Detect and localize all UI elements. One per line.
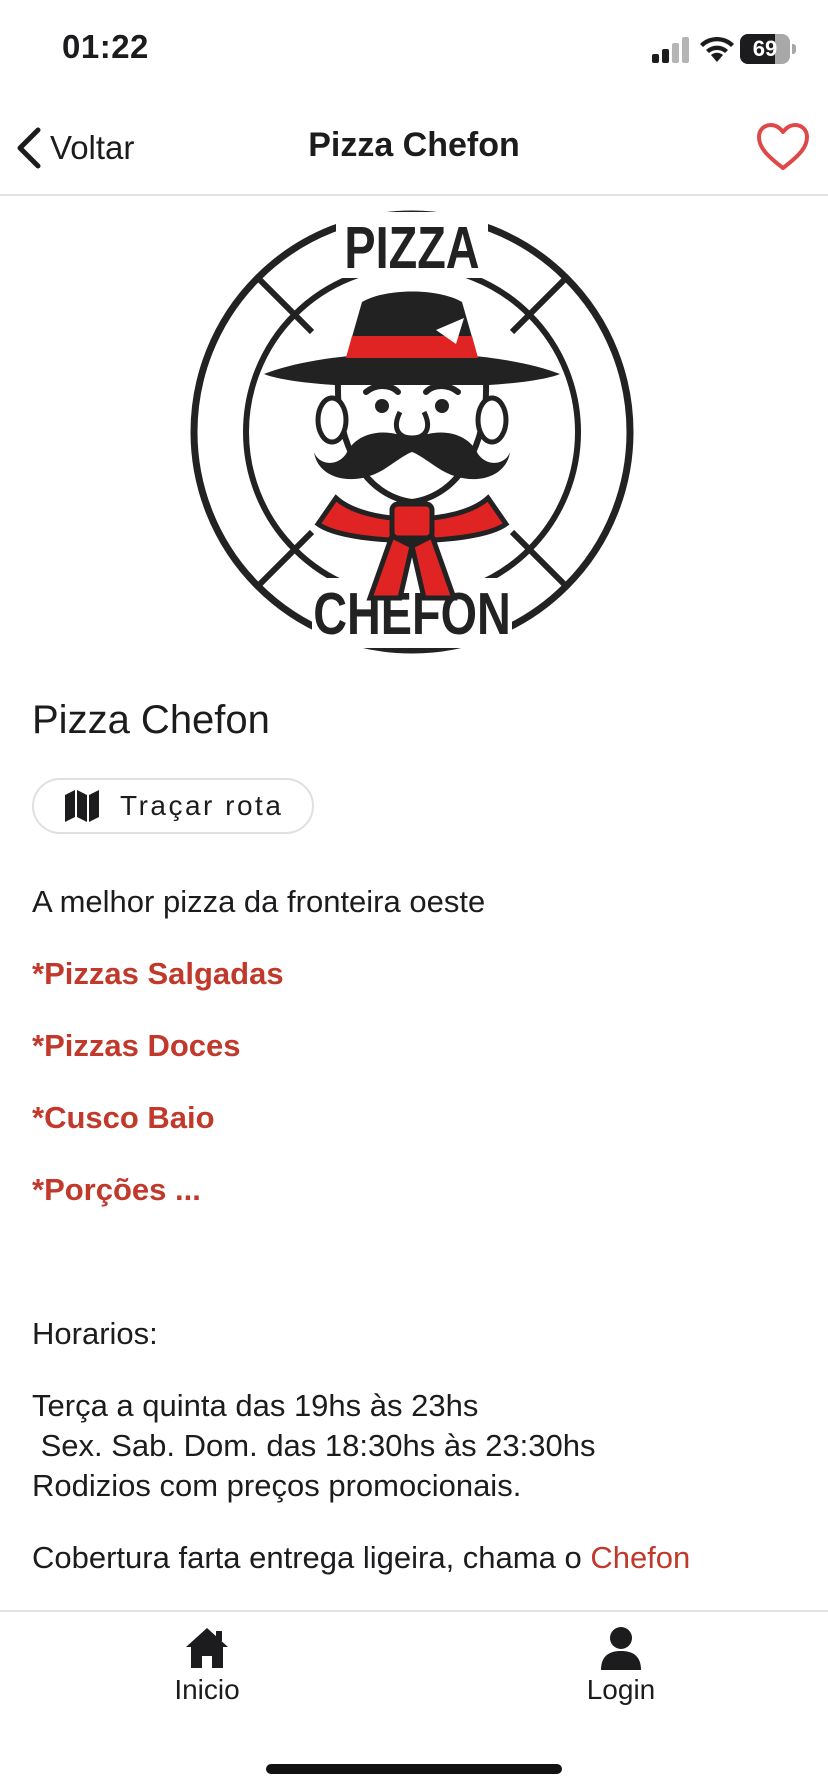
tab-login[interactable]: Login	[531, 1626, 711, 1726]
closing-text: Cobertura farta entrega ligeira, chama o…	[32, 1540, 690, 1576]
battery-icon: 69	[740, 34, 796, 64]
trace-route-label: Traçar rota	[120, 790, 284, 821]
screen: 01:22 69 Voltar Pizza Chefon PIZZA CHEFO…	[0, 0, 828, 1792]
trace-route-button[interactable]: Traçar rota	[32, 778, 314, 834]
cellular-signal-icon	[652, 37, 689, 63]
hours-title: Horarios:	[32, 1316, 158, 1351]
menu-highlight-item: *Pizzas Salgadas	[32, 956, 284, 991]
menu-highlight-item: *Porções ...	[32, 1172, 201, 1207]
home-indicator	[266, 1764, 562, 1774]
wifi-icon	[700, 36, 734, 62]
hours-line: Terça a quinta das 19hs às 23hs	[32, 1388, 479, 1423]
navigation-bar: Voltar Pizza Chefon	[0, 100, 828, 196]
chefon-link[interactable]: Chefon	[590, 1540, 690, 1575]
store-logo: PIZZA CHEFON	[190, 210, 634, 654]
logo-bottom-text: CHEFON	[313, 581, 511, 648]
menu-highlight-item: *Cusco Baio	[32, 1100, 215, 1135]
home-icon	[186, 1628, 228, 1668]
battery-level: 69	[752, 36, 778, 61]
menu-highlight-item: *Pizzas Doces	[32, 1028, 241, 1063]
logo-top-text: PIZZA	[344, 215, 479, 282]
store-tagline: A melhor pizza da fronteira oeste	[32, 884, 486, 919]
map-icon	[65, 790, 99, 822]
closing-text-body: Cobertura farta entrega ligeira, chama o	[32, 1540, 591, 1575]
tab-inicio[interactable]: Inicio	[117, 1626, 297, 1726]
hours-line: Sex. Sab. Dom. das 18:30hs às 23:30hs	[32, 1428, 596, 1463]
store-name: Pizza Chefon	[32, 698, 270, 742]
status-time: 01:22	[62, 28, 149, 65]
hours-line: Rodizios com preços promocionais.	[32, 1468, 522, 1503]
status-bar: 01:22 69	[0, 0, 828, 100]
tab-login-label: Login	[586, 1674, 656, 1705]
battery-body: 69	[740, 34, 790, 64]
heart-outline-icon[interactable]	[756, 122, 810, 172]
page-title: Pizza Chefon	[308, 126, 520, 164]
tab-inicio-label: Inicio	[174, 1674, 240, 1705]
user-icon	[601, 1627, 641, 1670]
battery-nub	[792, 44, 796, 54]
